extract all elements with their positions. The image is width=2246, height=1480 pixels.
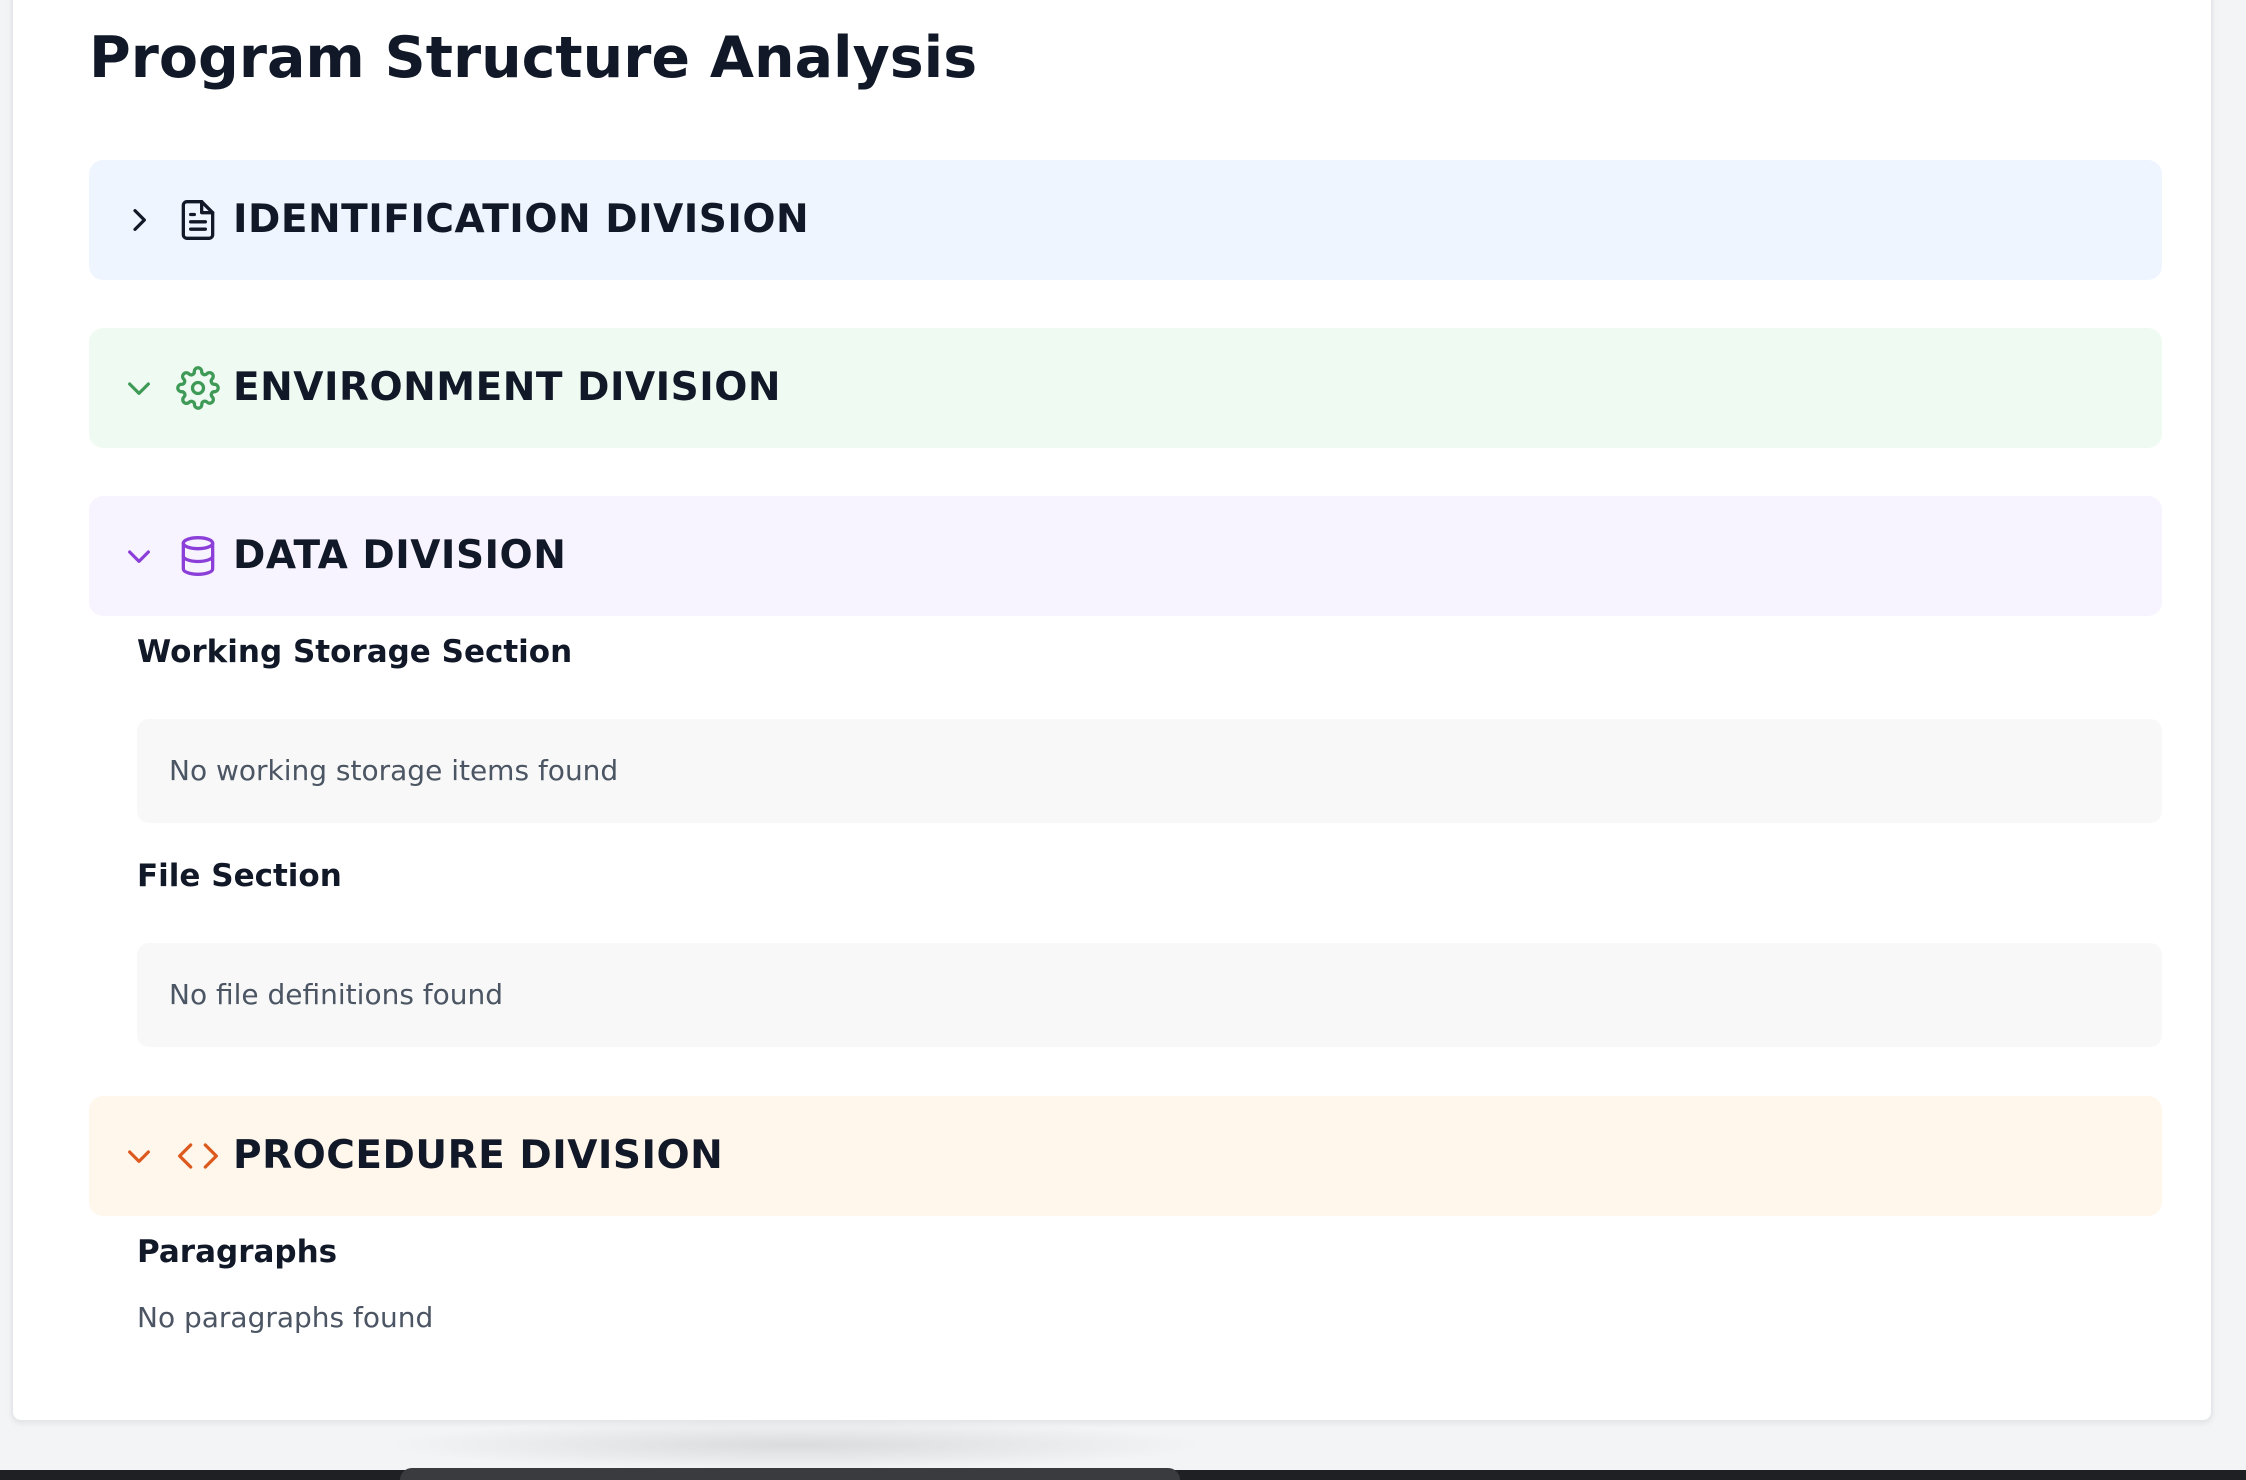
gear-icon bbox=[176, 366, 220, 410]
procedure-division-header[interactable]: PROCEDURE DIVISION bbox=[89, 1096, 2162, 1216]
division-title: PROCEDURE DIVISION bbox=[233, 1133, 724, 1178]
working-storage-title: Working Storage Section bbox=[137, 634, 573, 670]
chevron-down-icon bbox=[128, 382, 150, 395]
working-storage-empty-text: No working storage items found bbox=[169, 754, 619, 787]
dock-shadow bbox=[380, 1420, 1210, 1470]
file-section-empty-text: No file definitions found bbox=[169, 978, 504, 1011]
paragraphs-title: Paragraphs bbox=[137, 1234, 338, 1270]
division-title: DATA DIVISION bbox=[233, 533, 567, 578]
chevron-right-icon bbox=[133, 209, 146, 231]
file-section-title: File Section bbox=[137, 858, 342, 894]
analysis-card: Program Structure Analysis IDENTIFICATIO… bbox=[11, 0, 2213, 1422]
division-title: IDENTIFICATION DIVISION bbox=[233, 197, 810, 242]
code-icon bbox=[178, 1143, 218, 1169]
chevron-down-icon bbox=[128, 550, 150, 563]
division-title: ENVIRONMENT DIVISION bbox=[233, 365, 782, 410]
chevron-down-icon bbox=[128, 1150, 150, 1163]
database-icon bbox=[181, 536, 215, 576]
file-text-icon bbox=[181, 200, 215, 240]
paragraphs-empty-text: No paragraphs found bbox=[137, 1301, 434, 1334]
dock-tab bbox=[400, 1468, 1180, 1480]
page-title: Program Structure Analysis bbox=[89, 25, 978, 91]
identification-division-header[interactable]: IDENTIFICATION DIVISION bbox=[89, 160, 2162, 280]
working-storage-empty-box: No working storage items found bbox=[137, 719, 2162, 823]
environment-division-header[interactable]: ENVIRONMENT DIVISION bbox=[89, 328, 2162, 448]
data-division-header[interactable]: DATA DIVISION bbox=[89, 496, 2162, 616]
file-section-empty-box: No file definitions found bbox=[137, 943, 2162, 1047]
